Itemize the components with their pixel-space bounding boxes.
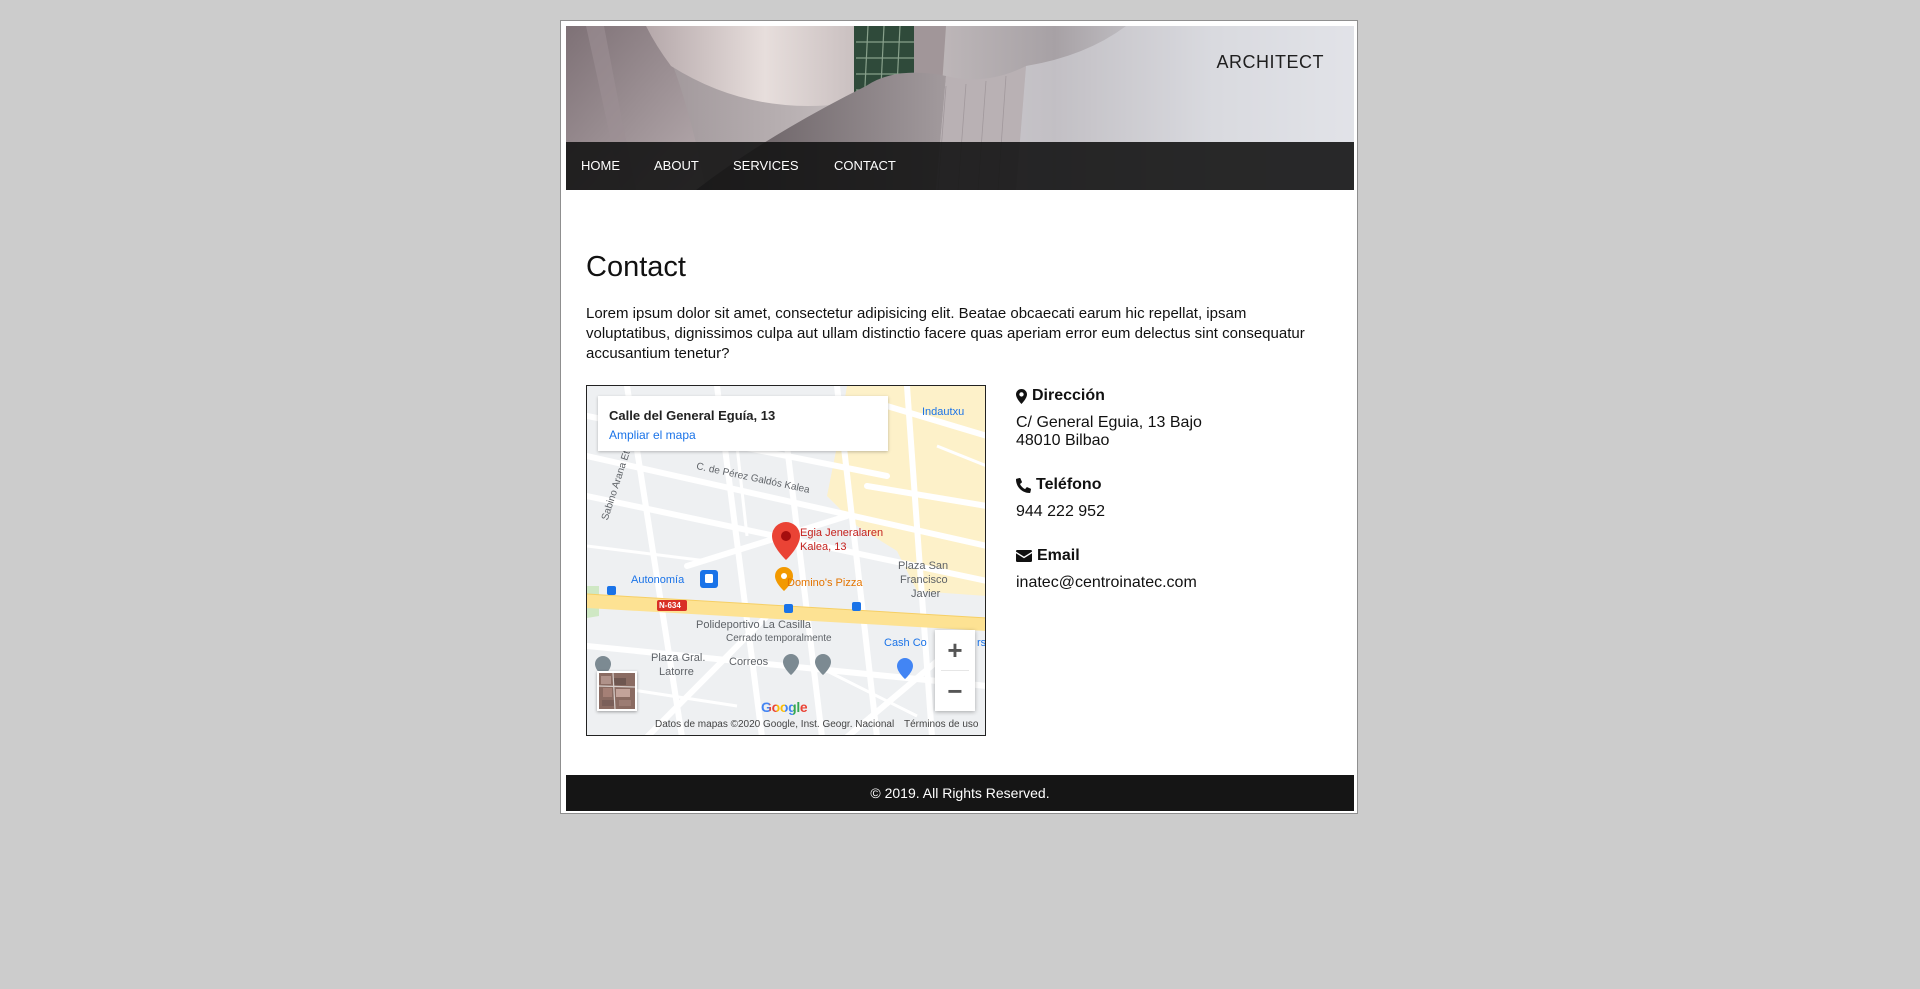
map-label-autonomia: Autonomía bbox=[631, 574, 685, 586]
map-label-dominos: Domino's Pizza bbox=[787, 577, 863, 589]
map-pin-label-line2: Kalea, 13 bbox=[800, 541, 847, 553]
map-card-address: Calle del General Eguía, 13 bbox=[609, 408, 776, 423]
map-label-cash-rs: rs bbox=[977, 637, 986, 649]
phone-heading: Teléfono bbox=[1016, 476, 1306, 494]
phone-number: 944 222 952 bbox=[1016, 503, 1105, 520]
map-attribution: Datos de mapas ©2020 Google, Inst. Geogr… bbox=[655, 719, 895, 730]
map-marker-icon bbox=[1016, 388, 1027, 404]
google-logo: Google bbox=[761, 699, 808, 715]
nav-item-services[interactable]: SERVICES bbox=[733, 158, 799, 174]
page-title: Contact bbox=[586, 251, 686, 283]
map-label-cerrado: Cerrado temporalmente bbox=[726, 633, 832, 644]
envelope-icon bbox=[1016, 550, 1032, 562]
zoom-out-button[interactable]: − bbox=[935, 671, 975, 711]
map-road-badge: N-634 bbox=[659, 601, 681, 610]
footer-copyright: © 2019. All Rights Reserved. bbox=[870, 785, 1050, 801]
address-heading-text: Dirección bbox=[1032, 387, 1105, 404]
map-zoom-controls: + − bbox=[935, 630, 975, 711]
map-label-indautxu: Indautxu bbox=[922, 406, 965, 418]
site-footer: © 2019. All Rights Reserved. bbox=[566, 775, 1354, 811]
main-navigation: HOME ABOUT SERVICES CONTACT bbox=[566, 142, 1354, 190]
phone-heading-text: Teléfono bbox=[1036, 476, 1102, 493]
map-pin-label-line1: Egia Jeneralaren bbox=[800, 527, 884, 539]
address-line-2: 48010 Bilbao bbox=[1016, 432, 1110, 449]
map-info-card: Calle del General Eguía, 13 Ampliar el m… bbox=[598, 396, 888, 451]
map-label-polideportivo: Polideportivo La Casilla bbox=[696, 619, 811, 631]
zoom-in-button[interactable]: + bbox=[935, 630, 975, 670]
plus-icon: + bbox=[947, 635, 963, 665]
map-label-cash-co: Cash Co bbox=[884, 637, 927, 649]
nav-item-about[interactable]: ABOUT bbox=[654, 158, 699, 174]
intro-paragraph: Lorem ipsum dolor sit amet, consectetur … bbox=[586, 305, 1305, 362]
nav-item-home[interactable]: HOME bbox=[581, 158, 620, 174]
nav-item-contact[interactable]: CONTACT bbox=[834, 158, 896, 174]
minus-icon: − bbox=[947, 676, 963, 706]
address-heading: Dirección bbox=[1016, 387, 1306, 405]
embedded-map[interactable]: Egia Jeneralaren Kalea, 13 Indautxu C. d… bbox=[586, 385, 986, 736]
phone-icon bbox=[1016, 477, 1031, 493]
google-logo-text: Google bbox=[761, 699, 808, 715]
email-address: inatec@centroinatec.com bbox=[1016, 574, 1197, 591]
map-label-plaza-san-1: Plaza San bbox=[898, 560, 949, 572]
address-text: C/ General Eguia, 13 Bajo 48010 Bilbao bbox=[1016, 414, 1306, 450]
satellite-view-toggle[interactable] bbox=[597, 671, 637, 711]
phone-block: Teléfono 944 222 952 bbox=[1016, 476, 1306, 521]
address-line-1: C/ General Eguia, 13 Bajo bbox=[1016, 414, 1202, 431]
map-label-correos: Correos bbox=[729, 656, 769, 668]
header-banner: ARCHITECT HOME ABOUT SERVICES CONTACT bbox=[566, 26, 1354, 190]
map-label-plaza-gral-2: Latorre bbox=[659, 666, 694, 678]
address-block: Dirección C/ General Eguia, 13 Bajo 4801… bbox=[1016, 387, 1306, 450]
satellite-thumbnail-icon bbox=[599, 673, 635, 709]
site-brand: ARCHITECT bbox=[1216, 52, 1324, 72]
map-label-plaza-san-3: Javier bbox=[911, 588, 941, 600]
enlarge-map-link[interactable]: Ampliar el mapa bbox=[609, 428, 696, 442]
email-block: Email inatec@centroinatec.com bbox=[1016, 547, 1306, 592]
page-container: ARCHITECT HOME ABOUT SERVICES CONTACT Co… bbox=[560, 20, 1358, 814]
map-label-plaza-san-2: Francisco bbox=[900, 574, 948, 586]
email-heading: Email bbox=[1016, 547, 1306, 565]
map-label-plaza-gral-1: Plaza Gral. bbox=[651, 652, 706, 664]
email-heading-text: Email bbox=[1037, 547, 1080, 564]
map-terms-link[interactable]: Términos de uso bbox=[904, 719, 978, 730]
